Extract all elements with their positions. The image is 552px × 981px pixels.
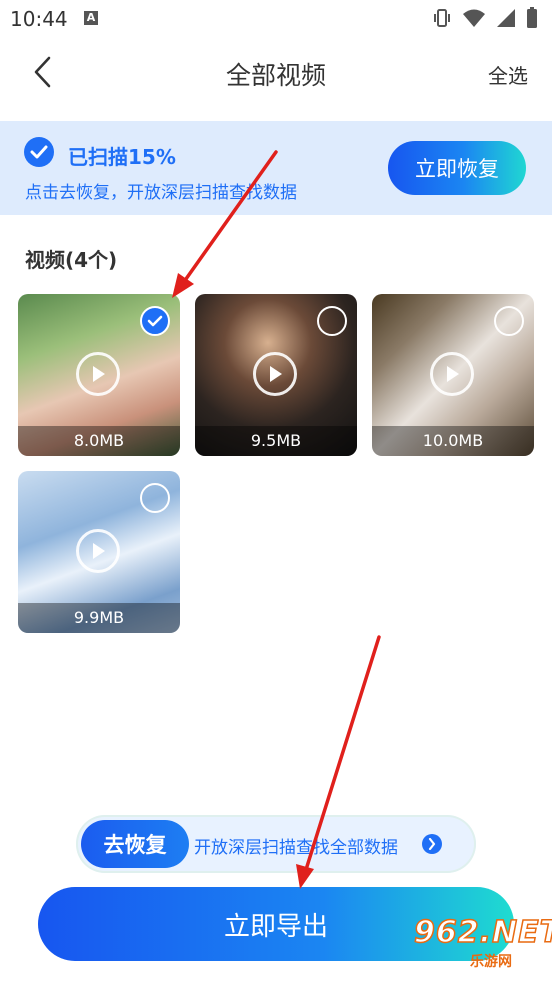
status-time: 10:44 — [10, 7, 68, 31]
status-bar: 10:44 A — [0, 0, 552, 38]
recover-now-button[interactable]: 立即恢复 — [388, 141, 526, 195]
notification-a-icon: A — [84, 11, 98, 25]
scan-banner: 已扫描15% 点击去恢复，开放深层扫描查找数据 立即恢复 — [0, 121, 552, 215]
page-title: 全部视频 — [225, 61, 326, 90]
battery-icon — [527, 7, 537, 28]
play-icon — [76, 529, 120, 573]
go-recover-button[interactable]: 去恢复 — [81, 820, 189, 868]
deep-scan-promo: 去恢复 开放深层扫描查找全部数据 — [76, 815, 476, 873]
unselected-checkbox[interactable] — [494, 306, 524, 336]
unselected-checkbox[interactable] — [140, 483, 170, 513]
site-watermark: 962.NET 乐游网 — [413, 914, 552, 973]
chevron-right-icon[interactable] — [422, 834, 442, 854]
scan-progress-title: 已扫描15% — [68, 145, 176, 169]
signal-icon — [497, 9, 515, 27]
video-size-label: 9.9MB — [18, 603, 180, 633]
video-thumbnail[interactable]: 10.0MB — [372, 294, 534, 456]
status-icons — [432, 7, 538, 28]
video-size-label: 10.0MB — [372, 426, 534, 456]
play-icon — [430, 352, 474, 396]
video-section-title: 视频(4个) — [25, 248, 118, 272]
vibrate-icon — [434, 9, 450, 27]
wifi-icon — [463, 9, 485, 27]
video-size-label: 9.5MB — [195, 426, 357, 456]
unselected-checkbox[interactable] — [317, 306, 347, 336]
promo-text: 开放深层扫描查找全部数据 — [194, 838, 398, 858]
watermark-subtitle: 乐游网 — [470, 954, 512, 970]
top-bar: 全部视频 全选 — [0, 38, 552, 108]
video-thumbnail[interactable]: 8.0MB — [18, 294, 180, 456]
checkmark-icon — [147, 315, 163, 327]
video-size-label: 8.0MB — [18, 426, 180, 456]
play-icon — [76, 352, 120, 396]
watermark-logo: 962.NET — [413, 914, 552, 951]
scan-subtitle: 点击去恢复，开放深层扫描查找数据 — [25, 183, 297, 203]
select-all-button[interactable]: 全选 — [488, 60, 528, 89]
video-thumbnail[interactable]: 9.9MB — [18, 471, 180, 633]
selected-checkbox[interactable] — [140, 306, 170, 336]
video-thumbnail[interactable]: 9.5MB — [195, 294, 357, 456]
check-circle-icon — [24, 137, 54, 167]
play-icon — [253, 352, 297, 396]
